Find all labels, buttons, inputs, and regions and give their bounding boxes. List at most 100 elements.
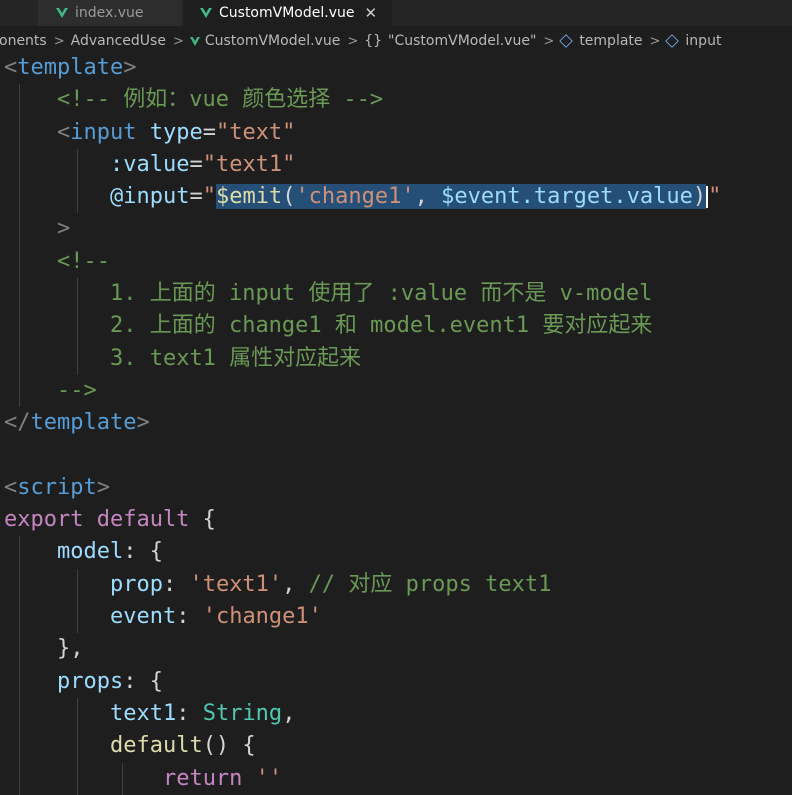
token: model — [56, 539, 124, 565]
chevron-right-icon: > — [543, 33, 555, 49]
tab-customvmodel-vue[interactable]: CustomVModel.vue ✕ — [184, 0, 392, 26]
code-line: text1: String, — [0, 697, 792, 731]
breadcrumb-label: template — [579, 33, 643, 49]
indent-guide — [19, 374, 20, 408]
token: = — [202, 119, 216, 145]
breadcrumb-label: "CustomVModel.vue" — [388, 33, 537, 49]
token: 'change1' — [295, 184, 415, 210]
breadcrumb-item-input[interactable]: input — [665, 33, 721, 49]
token: > — [56, 216, 71, 242]
token: : — [176, 700, 203, 726]
code-line: :value="text1" — [0, 148, 792, 182]
token: > — [96, 474, 110, 500]
chevron-right-icon: > — [172, 33, 184, 49]
close-icon[interactable]: ✕ — [364, 4, 377, 22]
indent-guide — [19, 762, 20, 795]
indent-guide — [77, 697, 78, 731]
code-line: 2. 上面的 change1 和 model.event1 要对应起来 — [0, 310, 792, 343]
code-line: @input="$emit('change1', $event.target.v… — [0, 181, 792, 214]
vue-file-icon — [56, 8, 68, 18]
code-line: <script> — [0, 472, 792, 504]
token: > — [123, 55, 137, 80]
code-line: default() { — [0, 730, 792, 763]
token: "text1" — [202, 151, 296, 177]
token: String — [202, 700, 283, 726]
symbol-cube-icon — [559, 34, 574, 48]
indent-guide — [77, 568, 78, 602]
indent-guide — [19, 342, 20, 375]
token: = — [189, 151, 203, 177]
breadcrumb-label: CustomVModel.vue — [204, 33, 341, 49]
vue-file-icon — [189, 35, 200, 46]
token: ) — [692, 184, 707, 210]
tab-index-vue[interactable]: index.vue — [38, 0, 182, 26]
token: text1 — [109, 700, 177, 726]
vue-file-icon — [200, 8, 212, 18]
token: : — [162, 571, 190, 597]
token: "text" — [215, 119, 296, 145]
selected-text[interactable]: $emit('change1', $event.target.value) — [215, 184, 707, 210]
token: 'change1' — [202, 604, 322, 630]
code-line: </template> — [0, 407, 792, 439]
token: }, — [56, 636, 84, 662]
indent-guide — [19, 730, 20, 763]
indent-guide — [77, 148, 78, 182]
token: () { — [202, 733, 256, 759]
tab-label: CustomVModel.vue — [219, 5, 355, 21]
token: <!-- 例如：vue 颜色选择 --> — [56, 87, 384, 113]
token: $emit — [215, 184, 283, 210]
indent-guide — [19, 148, 20, 182]
indent-guide — [77, 342, 78, 375]
breadcrumb-label: onents — [0, 33, 47, 49]
breadcrumb-item-file[interactable]: CustomVModel.vue — [189, 33, 341, 49]
breadcrumb-item-module[interactable]: {} "CustomVModel.vue" — [364, 33, 536, 49]
token: $event.target.value — [441, 184, 693, 210]
symbol-cube-icon — [665, 34, 680, 48]
token: 2. 上面的 change1 和 model.event1 要对应起来 — [109, 313, 653, 339]
token: < — [4, 55, 18, 80]
token: 3. text1 属性对应起来 — [109, 345, 362, 371]
token: , — [282, 700, 296, 726]
token: { — [189, 507, 216, 533]
indent-guide — [19, 310, 20, 343]
token: > — [136, 410, 150, 436]
code-line: <!-- 例如：vue 颜色选择 --> — [0, 84, 792, 117]
token: 1. 上面的 input 使用了 :value 而不是 v-model — [109, 281, 653, 307]
code-line: export default { — [0, 504, 792, 536]
breadcrumb-item-components[interactable]: onents — [0, 33, 47, 49]
token: ( — [282, 184, 296, 210]
indent-guide — [77, 730, 78, 763]
indent-guide — [19, 536, 20, 569]
indent-guide — [19, 116, 20, 149]
token: <!-- — [56, 248, 110, 274]
code-line: prop: 'text1', // 对应 props text1 — [0, 568, 792, 602]
indent-guide — [19, 568, 20, 602]
token: " — [202, 184, 216, 210]
code-editor[interactable]: <template> <!-- 例如：vue 颜色选择 --> < input t… — [0, 52, 792, 795]
token: 'text1' — [189, 571, 283, 597]
token: template — [30, 410, 137, 436]
token: prop — [109, 571, 163, 597]
token: , — [282, 571, 309, 597]
token: : { — [123, 539, 163, 565]
indent-guide — [77, 181, 78, 214]
token: return — [162, 765, 243, 791]
token: export default — [4, 507, 190, 533]
code-line: return '' — [0, 762, 792, 795]
editor-tab-bar: index.vue CustomVModel.vue ✕ — [0, 0, 792, 26]
indent-guide — [77, 601, 78, 634]
indent-guide — [77, 278, 78, 311]
indent-guide — [19, 84, 20, 117]
breadcrumb-item-template[interactable]: template — [559, 33, 643, 49]
code-line: <template> — [0, 52, 792, 84]
token: input — [70, 119, 137, 145]
breadcrumb-item-advanceduse[interactable]: AdvancedUse — [71, 33, 166, 49]
token: props — [56, 668, 124, 694]
breadcrumb: onents > AdvancedUse > CustomVModel.vue … — [0, 28, 792, 54]
breadcrumb-label: AdvancedUse — [70, 33, 166, 49]
code-line: --> — [0, 374, 792, 408]
indent-guide — [19, 181, 20, 214]
token: = — [189, 184, 203, 210]
code-line: <!-- — [0, 245, 792, 279]
